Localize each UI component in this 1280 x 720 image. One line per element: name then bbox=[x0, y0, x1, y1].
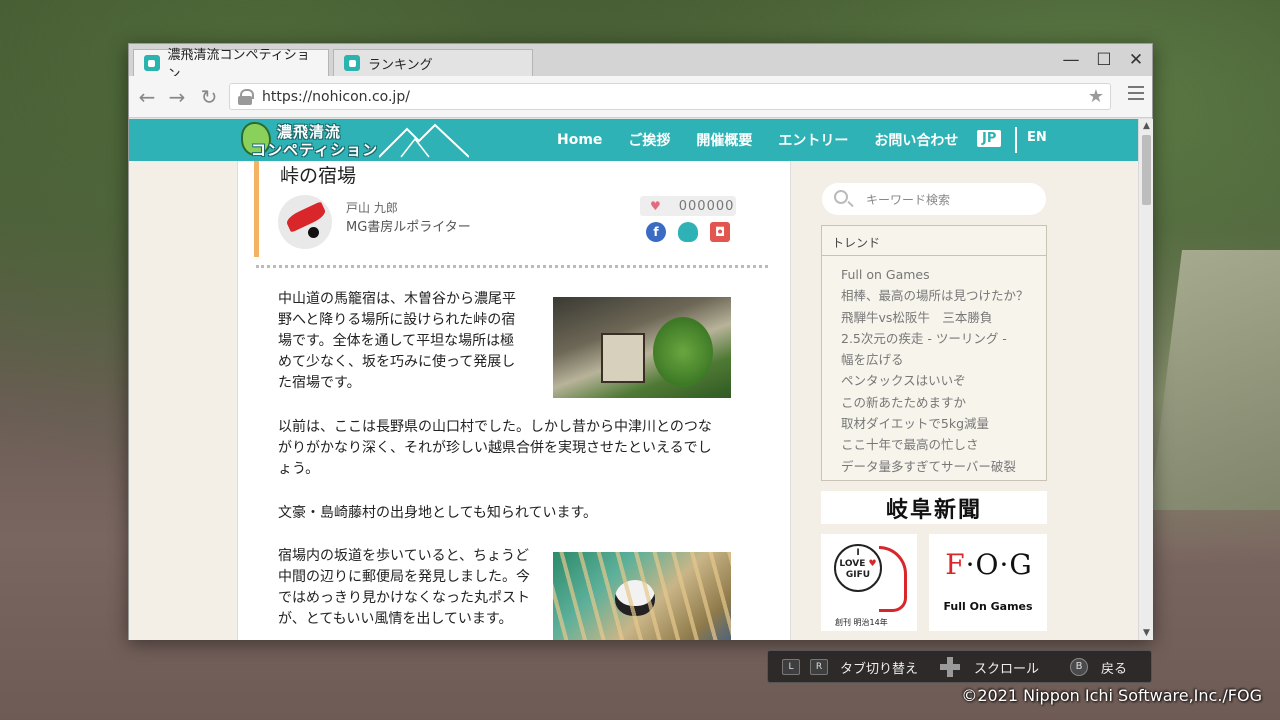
trend-item[interactable]: 2.5次元の疾走 - ツーリング - bbox=[841, 328, 1046, 349]
heart-icon: ♥ bbox=[868, 559, 877, 569]
lang-divider bbox=[1015, 127, 1017, 153]
nav-contact[interactable]: お問い合わせ bbox=[874, 130, 958, 150]
article-title: 峠の宿場 bbox=[280, 165, 357, 187]
tab-label: ランキング bbox=[368, 57, 433, 73]
ad-fog[interactable]: F·O·G Full On Games bbox=[929, 534, 1047, 631]
logo-text-line2: コンペティション bbox=[251, 141, 379, 159]
article-paragraph: 中山道の馬籠宿は、木曽谷から濃尾平野へと降りる場所に設けられた峠の宿場です。全体… bbox=[278, 291, 516, 391]
article-paragraph: 文豪・島崎藤村の出身地としても知られています。 bbox=[278, 505, 598, 521]
b-button-icon: B bbox=[1070, 658, 1088, 676]
tab-competition[interactable]: 濃飛清流コンペティション bbox=[133, 48, 329, 82]
background-tent bbox=[1150, 250, 1280, 510]
trend-item[interactable]: 幅を広げる bbox=[841, 349, 1046, 370]
nav-overview[interactable]: 開催概要 bbox=[696, 130, 752, 150]
author-role: MG書房ルポライター bbox=[346, 220, 471, 235]
forward-arrow-icon[interactable]: → bbox=[165, 85, 189, 109]
fog-subtext: Full On Games bbox=[943, 600, 1033, 613]
trend-item[interactable]: 取材ダイエットで5kg減量 bbox=[841, 413, 1046, 434]
vertical-scrollbar[interactable]: ▲ ▼ bbox=[1138, 119, 1153, 640]
article-paragraph: 宿場内の坂道を歩いていると、ちょうど中間の辺りに郵便局を発見しました。今ではめっ… bbox=[278, 548, 530, 627]
hint-scroll: スクロール bbox=[974, 662, 1040, 677]
r-button-icon: R bbox=[810, 659, 828, 675]
trend-item[interactable]: データ量多すぎてサーバー破裂 bbox=[841, 456, 1046, 477]
back-arrow-icon[interactable]: ← bbox=[135, 85, 159, 109]
site-favicon-icon bbox=[344, 55, 360, 71]
copyright-text: ©2021 Nippon Ichi Software,Inc./FOG bbox=[961, 686, 1262, 705]
url-bar[interactable]: https://nohicon.co.jp/ ★ bbox=[229, 83, 1111, 110]
mountain-icon bbox=[379, 123, 469, 158]
minimize-button[interactable]: — bbox=[1059, 49, 1083, 71]
article-photo-inn bbox=[553, 297, 731, 398]
ad-gifu-text: 岐阜新聞 bbox=[885, 496, 982, 523]
author-avatar bbox=[278, 195, 332, 249]
instagram-share-icon[interactable]: ◘ bbox=[710, 222, 730, 242]
author-name: 戸山 九郎 bbox=[346, 201, 398, 215]
lang-jp-button[interactable]: JP bbox=[977, 130, 1002, 147]
trend-list: Full on Games 相棒、最高の場所は見つけたか？ 飛騨牛vs松阪牛 三… bbox=[822, 256, 1046, 477]
search-icon bbox=[834, 190, 848, 204]
ilove-text: I LOVE ♥ GIFU bbox=[839, 548, 877, 580]
hint-tab-switch: タブ切り替え bbox=[840, 662, 919, 677]
trend-heading: トレンド bbox=[822, 226, 1046, 256]
ad-i-love-gifu[interactable]: I LOVE ♥ GIFU 創刊 明治14年 bbox=[821, 534, 917, 631]
trend-item[interactable]: ここ十年で最高の忙しさ bbox=[841, 434, 1046, 455]
lang-en-button[interactable]: EN bbox=[1027, 130, 1047, 145]
trend-box: トレンド Full on Games 相棒、最高の場所は見つけたか？ 飛騨牛vs… bbox=[821, 225, 1047, 481]
bird-share-icon[interactable] bbox=[678, 222, 698, 242]
tab-ranking[interactable]: ランキング bbox=[333, 49, 533, 76]
l-button-icon: L bbox=[782, 659, 800, 675]
like-count: 000000 bbox=[678, 198, 735, 214]
browser-window: 濃飛清流コンペティション ランキング — ☐ ✕ ← → ↻ https://n… bbox=[128, 43, 1153, 640]
article-panel: 峠の宿場 戸山 九郎 MG書房ルポライター ♥ 000000 f ◘ 中山道の馬… bbox=[237, 161, 791, 640]
like-button[interactable]: ♥ 000000 bbox=[640, 196, 736, 216]
close-button[interactable]: ✕ bbox=[1124, 49, 1148, 71]
trend-item[interactable]: Full on Games bbox=[841, 264, 1046, 285]
trend-item[interactable]: ペンタックスはいいぞ bbox=[841, 370, 1046, 391]
lock-icon bbox=[238, 89, 254, 105]
title-accent-bar bbox=[254, 161, 259, 257]
site-favicon-icon bbox=[144, 55, 160, 71]
nav-entry[interactable]: エントリー bbox=[778, 130, 848, 150]
page-viewport: 濃飛清流 コンペティション Home ご挨拶 開催概要 エントリー お問い合わせ… bbox=[129, 119, 1138, 640]
url-text: https://nohicon.co.jp/ bbox=[262, 89, 410, 105]
nav-greeting[interactable]: ご挨拶 bbox=[628, 130, 670, 150]
fog-logo: F·O·G bbox=[945, 548, 1033, 581]
ilove-subtext: 創刊 明治14年 bbox=[835, 618, 888, 627]
hint-back: 戻る bbox=[1101, 662, 1128, 677]
scroll-down-icon[interactable]: ▼ bbox=[1139, 626, 1154, 640]
ilove-swoosh bbox=[879, 546, 907, 612]
site-nav: Home ご挨拶 開催概要 エントリー お問い合わせ bbox=[557, 119, 958, 161]
scroll-up-icon[interactable]: ▲ bbox=[1139, 119, 1154, 133]
heart-icon: ♥ bbox=[650, 199, 661, 213]
address-toolbar: ← → ↻ https://nohicon.co.jp/ ★ bbox=[129, 76, 1152, 118]
keyword-search[interactable]: キーワード検索 bbox=[822, 183, 1046, 215]
trend-item[interactable]: この新あたためますか bbox=[841, 392, 1046, 413]
trend-item[interactable]: 飛騨牛vs松阪牛 三本勝負 bbox=[841, 307, 1046, 328]
title-bar: 濃飛清流コンペティション ランキング — ☐ ✕ bbox=[129, 44, 1152, 82]
ad-gifu-shimbun[interactable]: 岐阜新聞 bbox=[821, 491, 1047, 524]
controller-hints: L R タブ切り替え スクロール B 戻る bbox=[767, 650, 1152, 683]
facebook-share-icon[interactable]: f bbox=[646, 222, 666, 242]
article-photo-cat bbox=[553, 552, 731, 640]
trend-item[interactable]: 相棒、最高の場所は見つけたか？ bbox=[841, 285, 1046, 306]
nav-home[interactable]: Home bbox=[557, 132, 602, 148]
article-paragraph: 以前は、ここは長野県の山口村でした。しかし昔から中津川とのつながりがかなり深く、… bbox=[278, 419, 712, 477]
bookmark-star-icon[interactable]: ★ bbox=[1088, 86, 1104, 107]
menu-icon[interactable] bbox=[1128, 86, 1144, 100]
reload-icon[interactable]: ↻ bbox=[197, 85, 221, 109]
dpad-icon bbox=[940, 657, 960, 677]
site-logo[interactable]: 濃飛清流 コンペティション bbox=[229, 119, 469, 161]
search-placeholder: キーワード検索 bbox=[866, 193, 951, 207]
site-header: 濃飛清流 コンペティション Home ご挨拶 開催概要 エントリー お問い合わせ… bbox=[129, 119, 1138, 161]
scroll-thumb[interactable] bbox=[1142, 135, 1151, 205]
maximize-button[interactable]: ☐ bbox=[1092, 49, 1116, 71]
dotted-divider bbox=[256, 265, 768, 268]
